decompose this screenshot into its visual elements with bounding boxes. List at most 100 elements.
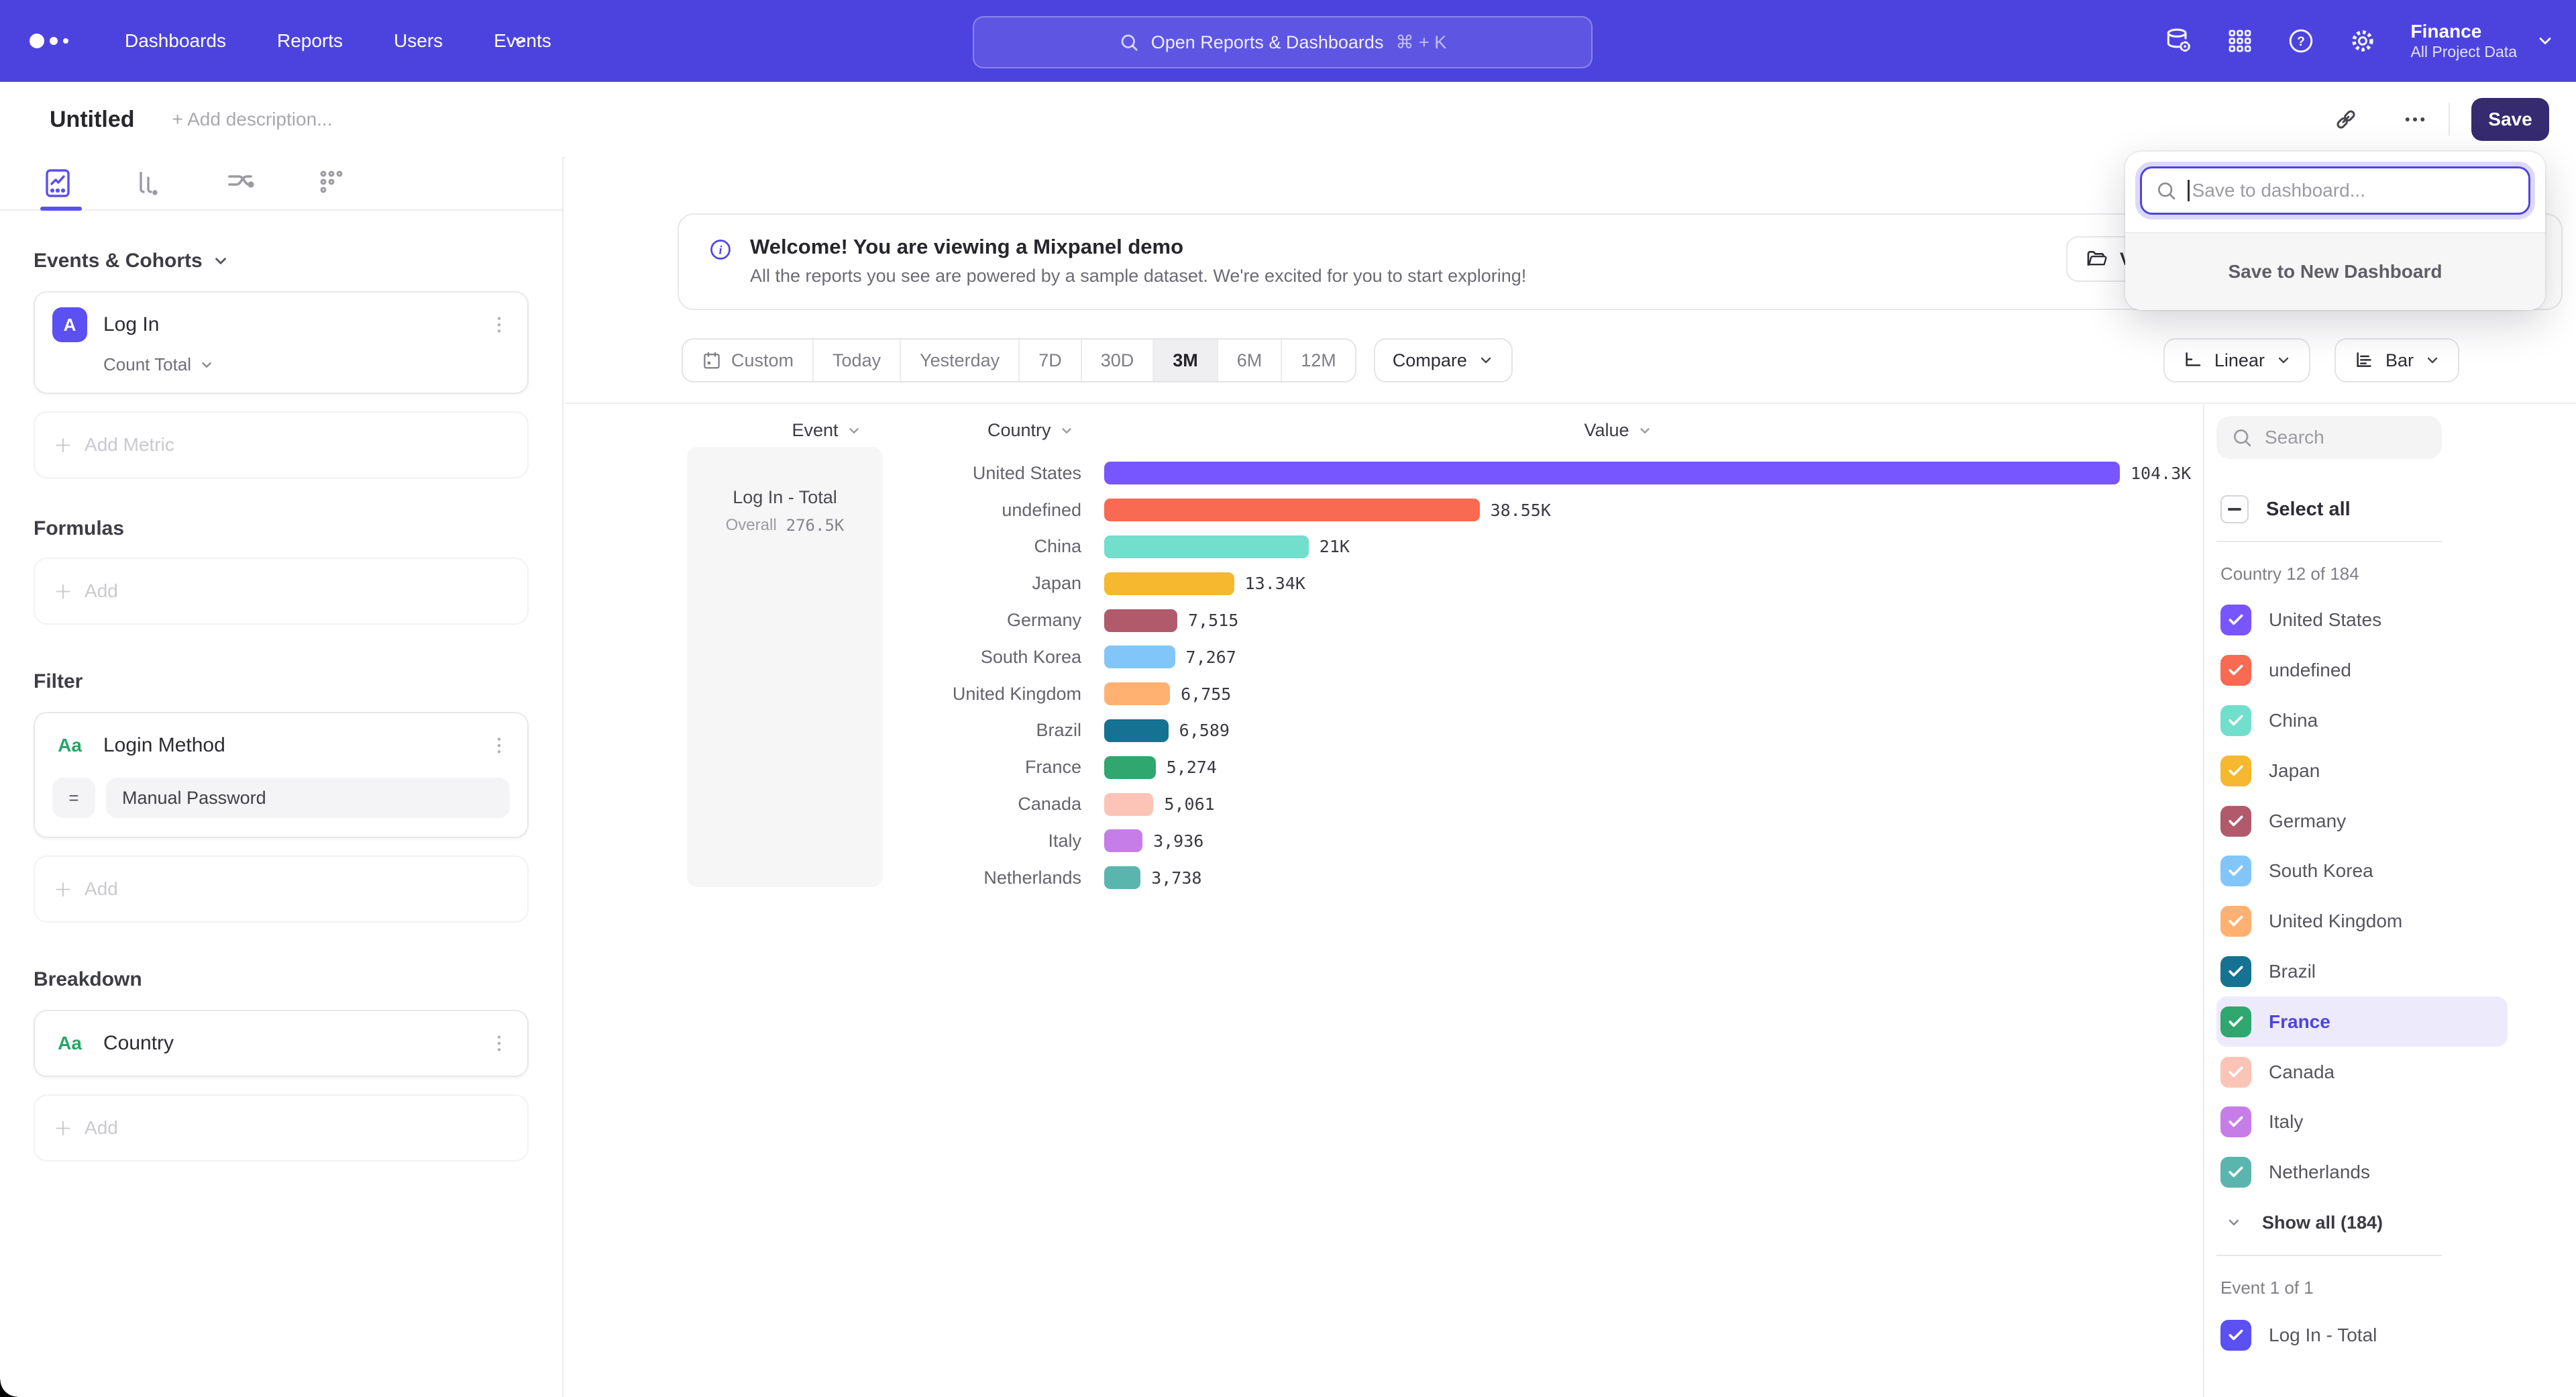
date-range-option[interactable]: 30D [1082, 340, 1155, 381]
bar[interactable] [1104, 609, 1177, 632]
bar[interactable] [1104, 829, 1142, 852]
scale-dropdown[interactable]: Linear [2163, 338, 2310, 382]
country-checkbox[interactable] [2220, 1057, 2251, 1088]
filter-value[interactable]: Manual Password [106, 778, 510, 818]
bar[interactable] [1104, 499, 1480, 521]
country-legend-item[interactable]: Canada [2216, 1047, 2508, 1097]
filter-property-name[interactable]: Login Method [103, 734, 472, 757]
select-all-checkbox-indeterminate[interactable] [2220, 495, 2249, 523]
breakdown-property-name[interactable]: Country [103, 1032, 472, 1055]
column-header-value[interactable]: Value [1531, 420, 1705, 441]
apps-grid-icon[interactable] [2226, 28, 2253, 54]
chart-row: China 21K [565, 529, 2202, 566]
country-legend-item[interactable]: United Kingdom [2216, 896, 2508, 947]
bar[interactable] [1104, 462, 2120, 484]
breakdown-card[interactable]: Aa Country [34, 1010, 529, 1077]
save-button[interactable]: Save [2471, 98, 2549, 141]
date-range-option[interactable]: Today [814, 340, 901, 381]
add-description-button[interactable]: + Add description... [172, 109, 333, 130]
add-breakdown-button[interactable]: ＋ Add [34, 1094, 529, 1161]
country-checkbox[interactable] [2220, 1106, 2251, 1137]
column-header-country[interactable]: Country [987, 420, 1074, 441]
metric-kebab-icon[interactable] [488, 314, 510, 335]
country-legend-item[interactable]: undefined [2216, 645, 2508, 696]
date-range-option[interactable]: 3M [1154, 340, 1218, 381]
date-range-option[interactable]: 7D [1020, 340, 1082, 381]
help-icon[interactable]: ? [2287, 27, 2315, 55]
country-legend-item[interactable]: China [2216, 696, 2508, 746]
filter-operator[interactable]: = [52, 778, 95, 818]
tab-retention-icon[interactable] [315, 167, 347, 199]
bar[interactable] [1104, 793, 1153, 816]
chart-rows: United States 104.3K undefined 38.55K [565, 455, 2202, 896]
event-checkbox[interactable] [2220, 1320, 2251, 1351]
country-checkbox[interactable] [2220, 906, 2251, 937]
event-legend-item[interactable]: Log In - Total [2216, 1310, 2508, 1361]
column-header-event[interactable]: Event [739, 420, 914, 441]
show-all-toggle[interactable]: Show all (184) [2216, 1212, 2576, 1233]
country-checkbox[interactable] [2220, 806, 2251, 837]
global-search-button[interactable]: Open Reports & Dashboards ⌘ + K [973, 16, 1593, 68]
country-checkbox[interactable] [2220, 856, 2251, 886]
copy-link-icon[interactable] [2333, 107, 2359, 132]
metric-event-name[interactable]: Log In [103, 313, 472, 336]
tab-flows-icon[interactable] [224, 167, 256, 199]
tab-insights-icon[interactable] [42, 167, 74, 199]
filter-kebab-icon[interactable] [488, 735, 510, 756]
country-checkbox[interactable] [2220, 705, 2251, 736]
country-legend-item[interactable]: Italy [2216, 1097, 2508, 1147]
date-range-option[interactable]: Yesterday [901, 340, 1020, 381]
more-options-icon[interactable] [2403, 107, 2427, 132]
mixpanel-logo-icon[interactable] [30, 34, 68, 48]
bar[interactable] [1104, 866, 1140, 889]
bar[interactable] [1104, 756, 1156, 779]
country-checkbox[interactable] [2220, 956, 2251, 987]
nav-link[interactable]: Reports [277, 30, 343, 52]
save-dashboard-search-input[interactable]: Save to dashboard... [2140, 166, 2530, 215]
add-formula-button[interactable]: ＋ Add [34, 558, 529, 625]
breakdown-kebab-icon[interactable] [488, 1033, 510, 1054]
legend-search-input[interactable]: Search [2216, 416, 2442, 459]
country-checkbox[interactable] [2220, 1006, 2251, 1037]
date-range-option[interactable]: 12M [1282, 340, 1355, 381]
chart-type-dropdown[interactable]: Bar [2334, 338, 2459, 382]
data-management-icon[interactable] [2163, 26, 2193, 56]
country-legend-item[interactable]: Germany [2216, 796, 2508, 846]
chart-row: Brazil 6,589 [565, 713, 2202, 749]
bar[interactable] [1104, 535, 1309, 558]
bar[interactable] [1104, 682, 1170, 705]
date-range-option[interactable]: Custom [683, 340, 814, 381]
country-checkbox[interactable] [2220, 605, 2251, 635]
view-controls: Linear Bar [2163, 338, 2459, 382]
save-to-new-dashboard-button[interactable]: Save to New Dashboard [2125, 232, 2545, 310]
compare-dropdown[interactable]: Compare [1374, 338, 1513, 382]
bar[interactable] [1104, 645, 1175, 668]
country-legend-item[interactable]: Japan [2216, 745, 2508, 796]
country-checkbox[interactable] [2220, 655, 2251, 686]
tab-funnels-icon[interactable] [133, 167, 165, 199]
country-legend-item[interactable]: France [2216, 996, 2508, 1047]
check-icon [2227, 1113, 2245, 1131]
add-metric-button[interactable]: ＋ Add Metric [34, 411, 529, 478]
nav-link[interactable]: Users [394, 30, 443, 52]
settings-gear-icon[interactable] [2349, 27, 2377, 55]
aggregation-dropdown[interactable]: Count Total [103, 354, 510, 375]
nav-link[interactable]: Dashboards [125, 30, 226, 52]
country-legend-item[interactable]: Brazil [2216, 947, 2508, 997]
bar[interactable] [1104, 719, 1169, 742]
country-checkbox[interactable] [2220, 756, 2251, 786]
country-legend-item[interactable]: South Korea [2216, 846, 2508, 896]
reports-chevron-down-icon[interactable] [511, 32, 529, 50]
report-title[interactable]: Untitled [50, 107, 135, 133]
select-all-row[interactable]: Select all [2216, 495, 2576, 523]
filter-card[interactable]: Aa Login Method = Manual Password [34, 712, 529, 838]
country-checkbox[interactable] [2220, 1157, 2251, 1188]
country-legend-item[interactable]: Netherlands [2216, 1147, 2508, 1198]
add-filter-button[interactable]: ＋ Add [34, 856, 529, 923]
events-cohorts-header[interactable]: Events & Cohorts [34, 250, 529, 272]
bar[interactable] [1104, 572, 1234, 595]
metric-card[interactable]: A Log In Count Total [34, 291, 529, 394]
project-selector[interactable]: Finance All Project Data [2410, 21, 2555, 61]
date-range-option[interactable]: 6M [1218, 340, 1283, 381]
country-legend-item[interactable]: United States [2216, 595, 2508, 645]
